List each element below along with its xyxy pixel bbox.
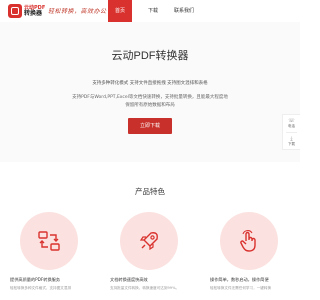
feature-card: 文档转换速度快高效 支持批量文件转换，转换速度可达到99%。 <box>110 212 190 291</box>
features-title: 产品特色 <box>135 187 165 196</box>
feature-description: 轻松转换文件无需任何学习，一键转换 <box>210 286 272 290</box>
side-download-label: 下载 <box>288 142 295 146</box>
feature-description: 轻松转换多种文件格式，支持图文混排 <box>10 286 72 290</box>
feature-icon-circle <box>20 212 78 270</box>
feature-title: 文档转换速度快高效 <box>110 277 148 282</box>
feature-title: 操作简单，数秒启动，操作简便 <box>210 277 269 282</box>
main-nav: 首页 下载 联系我们 <box>108 0 202 22</box>
nav-home[interactable]: 首页 <box>108 0 132 22</box>
logo-text-cn: 转换器 <box>24 10 43 17</box>
hero-description-line2: 保留所有原始数据和布局 <box>125 103 175 108</box>
feature-title: 提供高质量的PDF转换服务 <box>10 277 61 282</box>
download-button[interactable]: 立即下载 <box>128 118 172 134</box>
features-section: 产品特色 提供高质量的PDF转换服务 轻松转换多种文件格式，支持图文混排 文档转… <box>0 162 300 300</box>
feature-description: 支持批量文件转换，转换速度可达到99%。 <box>110 286 180 290</box>
feature-card: 提供高质量的PDF转换服务 轻松转换多种文件格式，支持图文混排 <box>10 212 90 291</box>
logo[interactable]: 云动PDF 转换器 <box>8 3 45 19</box>
hand-touch-icon <box>240 230 256 252</box>
nav-contact[interactable]: 联系我们 <box>166 0 202 22</box>
slogan: 轻松转换，高效办公 <box>48 8 107 15</box>
hero-section: 云动PDF转换器 支持多种转化模式 支持文件直接拖拽 支持图文混排和表格 支持P… <box>0 22 300 162</box>
side-float-bar: ☏ 电话 ⤓ 下载 <box>282 114 300 150</box>
side-phone[interactable]: ☏ 电话 <box>283 115 300 132</box>
side-download[interactable]: ⤓ 下载 <box>283 133 300 150</box>
rocket-icon <box>139 232 158 251</box>
feature-icon-circle <box>220 212 278 270</box>
convert-arrows-icon <box>38 231 60 251</box>
hero-subtitle: 支持多种转化模式 支持文件直接拖拽 支持图文混排和表格 <box>92 81 208 86</box>
top-header: 云动PDF 转换器 轻松转换，高效办公 首页 下载 联系我们 <box>0 0 300 23</box>
side-phone-label: 电话 <box>288 124 295 128</box>
feature-card: 操作简单，数秒启动，操作简便 轻松转换文件无需任何学习，一键转换 <box>210 212 290 291</box>
logo-icon <box>8 4 22 18</box>
feature-icon-circle <box>120 212 178 270</box>
nav-download[interactable]: 下载 <box>140 0 166 22</box>
hero-description-line1: 支持PDF与Word,PPT,Excel等文档快速转换，支持批量转换，且能最大程… <box>72 95 228 100</box>
hero-title: 云动PDF转换器 <box>111 50 189 62</box>
